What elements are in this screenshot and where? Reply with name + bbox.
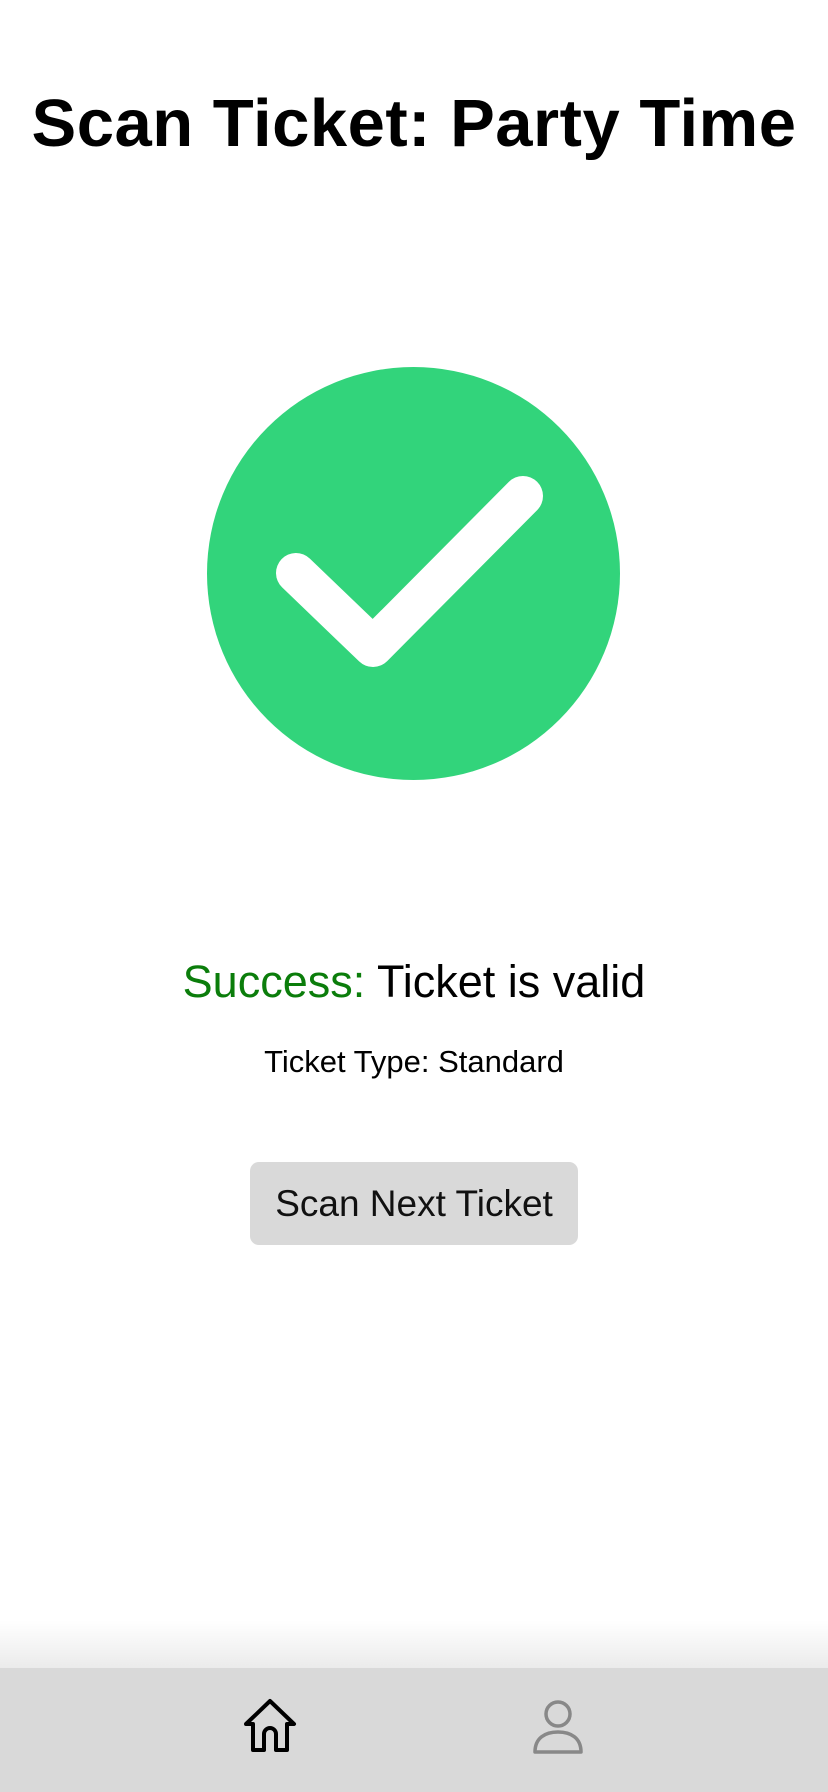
home-icon (238, 1694, 302, 1763)
page-title: Scan Ticket: Party Time (31, 86, 797, 161)
ticket-type: Ticket Type: Standard (264, 1044, 564, 1079)
nav-home-button[interactable] (230, 1688, 310, 1768)
nav-profile-button[interactable] (518, 1688, 598, 1768)
bottom-nav (0, 1668, 828, 1792)
user-icon (526, 1694, 590, 1763)
status-message: Success: Ticket is valid (0, 952, 828, 1012)
scan-next-ticket-button[interactable]: Scan Next Ticket (250, 1162, 578, 1245)
check-circle-icon (207, 367, 620, 780)
status-text: Ticket is valid (376, 956, 646, 1007)
status-prefix: Success: (182, 956, 366, 1007)
nav-shadow (0, 1620, 828, 1668)
scan-result-screen: Scan Ticket: Party Time Success: Ticket … (0, 0, 828, 1792)
